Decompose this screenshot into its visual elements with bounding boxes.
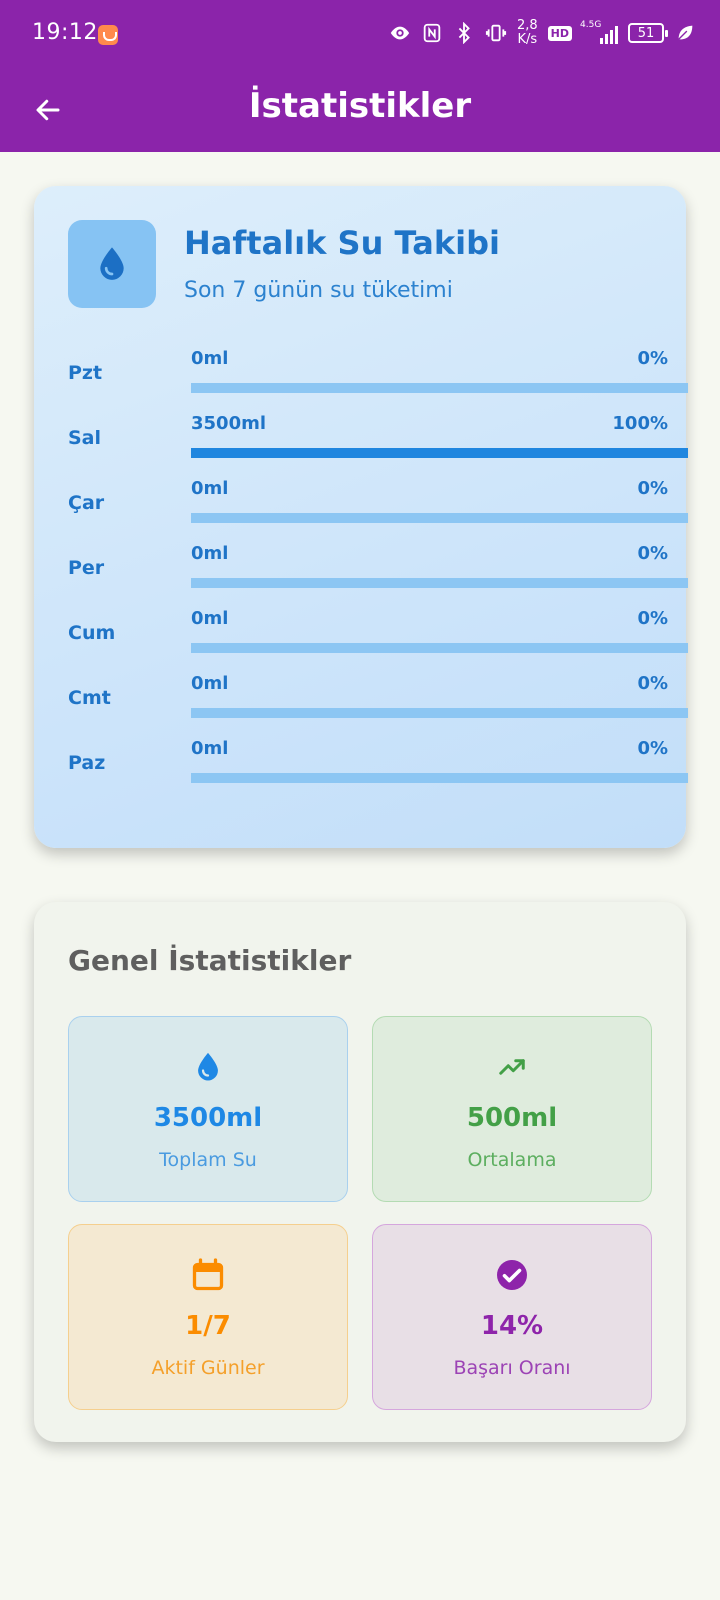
stat-total-water: 3500ml Toplam Su [68, 1016, 348, 1202]
day-amount: 0ml [191, 738, 229, 759]
page-title: İstatistikler [248, 86, 472, 126]
stat-value: 1/7 [185, 1311, 231, 1341]
stat-average: 500ml Ortalama [372, 1016, 652, 1202]
day-amount: 3500ml [191, 413, 267, 434]
day-row: Pzt 0ml 0% [68, 348, 688, 404]
day-row: Cmt 0ml 0% [68, 673, 688, 729]
stat-value: 3500ml [153, 1103, 263, 1133]
progress-track [191, 448, 688, 458]
hd-badge: HD [547, 25, 572, 41]
bluetooth-icon [458, 22, 470, 44]
day-name: Cum [68, 622, 116, 644]
stat-value: 500ml [466, 1103, 558, 1133]
stat-active-days: 1/7 Aktif Günler [68, 1224, 348, 1410]
day-percent: 0% [637, 348, 668, 369]
day-row: Cum 0ml 0% [68, 608, 688, 664]
weekly-title: Haftalık Su Takibi [184, 224, 500, 262]
day-amount: 0ml [191, 543, 229, 564]
day-row: Sal 3500ml 100% [68, 413, 688, 469]
stat-label: Başarı Oranı [453, 1357, 571, 1379]
day-name: Pzt [68, 362, 103, 384]
progress-track [191, 513, 688, 523]
day-row: Per 0ml 0% [68, 543, 688, 599]
progress-track [191, 578, 688, 588]
day-percent: 100% [612, 413, 668, 434]
status-time: 19:12 [32, 20, 98, 45]
signal-icon: 4.5G [580, 20, 618, 44]
weekly-subtitle: Son 7 günün su tüketimi [184, 278, 453, 303]
network-type: 4.5G [580, 20, 602, 30]
progress-track [191, 383, 688, 393]
day-amount: 0ml [191, 673, 229, 694]
notification-app-icon [98, 25, 118, 45]
day-name: Per [68, 557, 105, 579]
progress-fill [191, 448, 688, 458]
app-bar: İstatistikler [0, 70, 720, 152]
water-drop-tile [68, 220, 156, 308]
general-stats-card: Genel İstatistikler 3500ml Toplam Su 500… [34, 902, 686, 1442]
water-drop-icon [100, 247, 124, 280]
day-percent: 0% [637, 608, 668, 629]
water-drop-icon [198, 1052, 218, 1081]
status-icons: 2,8 K/s HD 4.5G 51 [389, 18, 696, 48]
stat-label: Ortalama [467, 1149, 557, 1171]
general-stats-title: Genel İstatistikler [68, 944, 352, 977]
day-name: Çar [68, 492, 105, 514]
day-name: Sal [68, 427, 102, 449]
day-row: Paz 0ml 0% [68, 738, 688, 794]
battery-level: 51 [637, 25, 655, 41]
trending-up-icon [499, 1059, 525, 1075]
day-name: Cmt [68, 687, 111, 709]
day-percent: 0% [637, 478, 668, 499]
nfc-icon [423, 23, 441, 43]
check-circle-icon [497, 1260, 527, 1290]
progress-track [191, 643, 688, 653]
network-speed: 2,8 K/s [516, 18, 538, 47]
day-amount: 0ml [191, 608, 229, 629]
weekly-water-card: Haftalık Su Takibi Son 7 günün su tüketi… [34, 186, 688, 848]
eye-icon [390, 26, 410, 40]
status-bar: 19:12 2,8 K/s HD 4.5G 51 [0, 0, 720, 70]
day-amount: 0ml [191, 348, 229, 369]
day-percent: 0% [637, 673, 668, 694]
stat-value: 14% [480, 1311, 544, 1341]
leaf-icon [678, 25, 693, 40]
progress-track [191, 773, 688, 783]
stat-label: Toplam Su [159, 1149, 257, 1171]
day-percent: 0% [637, 738, 668, 759]
progress-track [191, 708, 688, 718]
day-amount: 0ml [191, 478, 229, 499]
day-row: Çar 0ml 0% [68, 478, 688, 534]
vibrate-icon [485, 24, 507, 42]
calendar-icon [192, 1258, 224, 1291]
battery-icon: 51 [628, 23, 668, 43]
day-percent: 0% [637, 543, 668, 564]
stat-success-rate: 14% Başarı Oranı [372, 1224, 652, 1410]
day-name: Paz [68, 752, 106, 774]
stat-label: Aktif Günler [151, 1357, 265, 1379]
